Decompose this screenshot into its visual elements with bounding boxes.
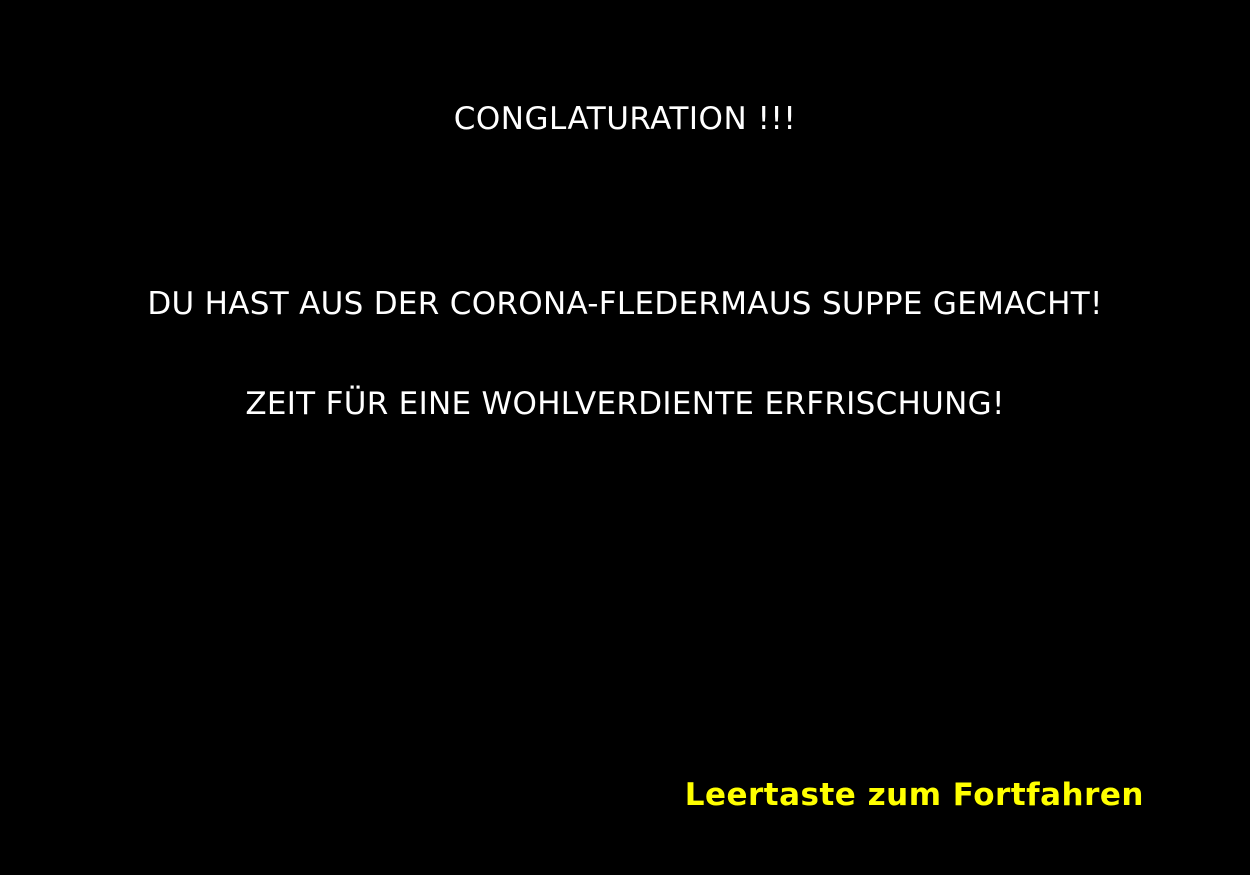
victory-message-line-1: DU HAST AUS DER CORONA-FLEDERMAUS SUPPE … [147,286,1103,322]
victory-screen[interactable]: CONGLATURATION !!! DU HAST AUS DER CORON… [0,0,1250,875]
continue-prompt: Leertaste zum Fortfahren [684,777,1144,813]
victory-title: CONGLATURATION !!! [453,101,797,137]
victory-message-line-2: ZEIT FÜR EINE WOHLVERDIENTE ERFRISCHUNG! [245,386,1005,422]
